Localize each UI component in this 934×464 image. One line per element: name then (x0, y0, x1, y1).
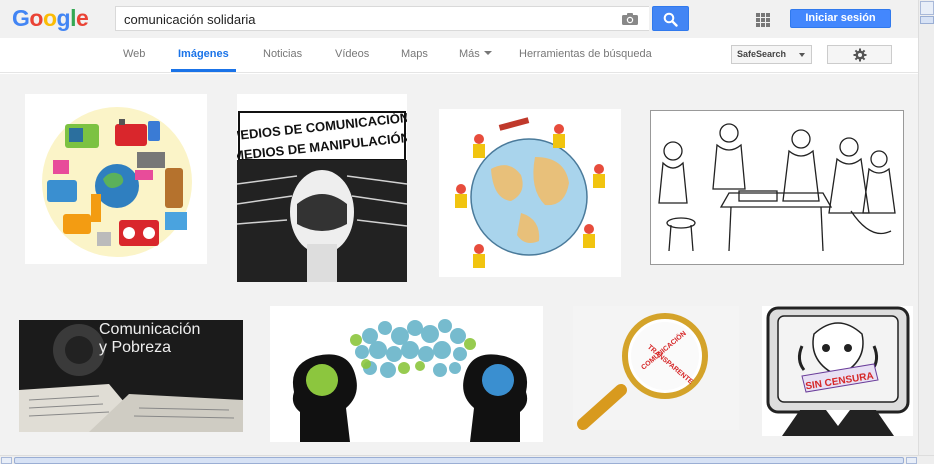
tab-videos[interactable]: Vídeos (335, 38, 369, 72)
sign-in-button[interactable]: Iniciar sesión (790, 9, 891, 28)
logo-letter: G (12, 5, 30, 31)
vertical-scrollbar[interactable] (918, 0, 934, 455)
image-community-drawing[interactable] (650, 110, 904, 265)
logo-letter: e (75, 5, 89, 31)
tab-news[interactable]: Noticias (263, 38, 302, 72)
settings-button[interactable] (827, 45, 892, 64)
scroll-up-arrow-icon[interactable] (920, 1, 934, 15)
google-logo[interactable]: Google (12, 5, 89, 32)
overlay-title-line-2: y Pobreza (99, 339, 172, 356)
overlay-title-line-1: Comunicación (99, 321, 201, 338)
safesearch-label: SafeSearch (737, 49, 787, 59)
chevron-down-icon (799, 53, 805, 57)
horizontal-scrollbar[interactable] (0, 455, 934, 464)
image-sin-censura[interactable]: SIN CENSURA (762, 306, 913, 436)
search-tabs-bar: Web Imágenes Noticias Vídeos Maps Más He… (0, 38, 918, 73)
search-box (115, 6, 649, 31)
tv-censorship-icon: SIN CENSURA (762, 306, 913, 436)
medios-poster-icon: MEDIOS DE COMUNICACIÓN! ¿MEDIOS DE MANIP… (237, 94, 407, 282)
logo-letter: o (29, 5, 43, 31)
search-button[interactable] (652, 6, 689, 31)
search-icon (663, 12, 678, 27)
image-globe-children[interactable] (439, 109, 621, 277)
image-results-grid: MEDIOS DE COMUNICACIÓN! ¿MEDIOS DE MANIP… (0, 74, 918, 455)
logo-letter: g (56, 5, 71, 31)
camera-icon[interactable] (621, 12, 639, 26)
tab-maps[interactable]: Maps (401, 38, 428, 72)
magnifying-glass-icon: COMUNICACIÓN TRANSPARENTE (573, 306, 739, 430)
tab-images[interactable]: Imágenes (171, 38, 236, 72)
people-table-icon (651, 111, 903, 264)
logo-letter: o (42, 5, 57, 31)
gear-icon (853, 48, 867, 62)
search-input[interactable] (124, 10, 604, 28)
image-magnifying-glass[interactable]: COMUNICACIÓN TRANSPARENTE (573, 306, 739, 430)
chevron-down-icon (483, 51, 492, 55)
image-heads-speech-bubble[interactable] (270, 306, 543, 442)
communication-devices-icon (42, 107, 192, 257)
tab-web[interactable]: Web (123, 38, 145, 72)
tab-search-tools[interactable]: Herramientas de búsqueda (519, 38, 652, 72)
browser-page: Google Iniciar sesión (0, 0, 934, 464)
two-heads-dialogue-icon (270, 306, 543, 442)
scroll-left-arrow-icon[interactable] (1, 457, 12, 464)
scroll-right-arrow-icon[interactable] (906, 457, 917, 464)
tab-more-label: Más (459, 48, 480, 60)
image-comunicacion-pobreza[interactable]: Comunicación y Pobreza (19, 320, 243, 432)
image-medios-manipulacion[interactable]: MEDIOS DE COMUNICACIÓN! ¿MEDIOS DE MANIP… (237, 94, 407, 282)
image-communication-icons[interactable] (25, 94, 207, 264)
horizontal-scroll-thumb[interactable] (14, 457, 904, 464)
tab-more[interactable]: Más (459, 38, 492, 72)
search-header: Google Iniciar sesión (0, 0, 918, 38)
apps-grid-icon[interactable] (755, 12, 771, 28)
vertical-scroll-thumb[interactable] (920, 16, 934, 24)
safesearch-dropdown[interactable]: SafeSearch (731, 45, 812, 64)
globe-children-icon (455, 117, 605, 268)
